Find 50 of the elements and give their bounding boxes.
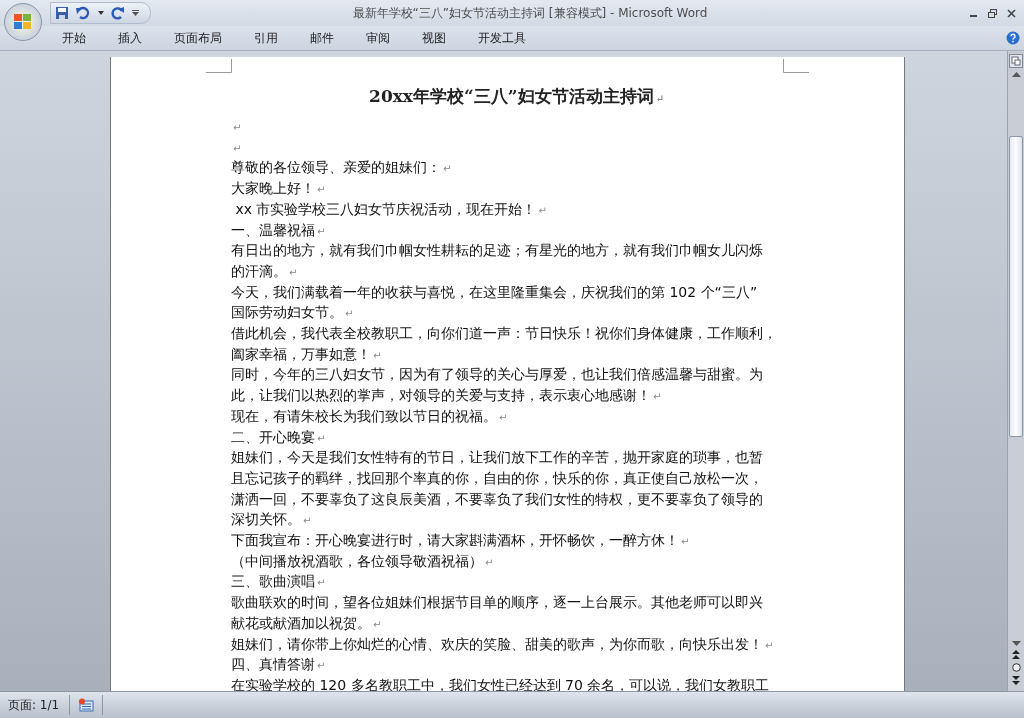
ribbon-tab[interactable]: 插入: [106, 27, 154, 49]
save-icon[interactable]: [55, 6, 69, 20]
scroll-thumb[interactable]: [1009, 136, 1023, 437]
paragraph: 尊敬的各位领导、亲爱的姐妹们：↵: [231, 158, 453, 178]
paragraph: 今天，我们满载着一年的收获与喜悦，在这里隆重集会，庆祝我们的第 102 个“三八” 国际劳动妇女节。↵: [231, 282, 759, 323]
paragraph: 大家晚上好！↵: [231, 179, 327, 199]
paragraph: 现在，有请朱校长为我们致以节日的祝福。↵: [231, 406, 509, 426]
proofing-icon[interactable]: [78, 698, 95, 712]
ribbon-tab[interactable]: 引用: [242, 27, 290, 49]
ribbon-tab[interactable]: 邮件: [298, 27, 346, 49]
office-button[interactable]: [4, 3, 42, 41]
paragraph: 歌曲联欢的时间，望各位姐妹们根据节目单的顺序，逐一上台展示。其他老师可以即兴 献花或献酒加以祝贺。↵: [231, 593, 764, 633]
paragraph: 二、开心晚宴↵: [231, 427, 327, 447]
page-count[interactable]: 页面: 1/1: [0, 696, 70, 714]
paragraph: 一、温馨祝福↵: [231, 220, 327, 240]
ribbon-tab[interactable]: 开发工具: [466, 27, 538, 49]
ruler-toggle-icon[interactable]: [1009, 54, 1023, 68]
paragraph: 三、歌曲演唱↵: [231, 572, 327, 592]
restore-icon[interactable]: [988, 8, 997, 18]
paragraph: 下面我宣布：开心晚宴进行时，请大家斟满酒杯，开怀畅饮，一醉方休！↵: [231, 531, 691, 551]
paragraph: 姐妹们，今天是我们女性特有的节日，让我们放下工作的辛苦，抛开家庭的琐事，也暂 且忘记孩子的羁绊，找回那个率真的你，自由的你，快乐的你，真正使自己放松一次， 潇洒一回，不要辜负了这良辰美酒，不要辜负了我们女性的特权，更不要辜负了领导的 深切关怀。↵: [231, 448, 764, 530]
crop-mark: [783, 59, 809, 73]
ribbon-tab[interactable]: 视图: [410, 27, 458, 49]
crop-mark: [206, 59, 232, 73]
paragraph-mark: ↵: [232, 121, 243, 135]
paragraph-mark: ↵: [232, 141, 243, 156]
paragraph: xx 市实验学校三八妇女节庆祝活动，现在开始！↵: [234, 199, 548, 219]
paragraph: 姐妹们，请你带上你灿烂的心情、欢庆的笑脸、甜美的歌声，为你而歌，向快乐出发！↵: [231, 634, 775, 654]
ribbon-tab[interactable]: 页面布局: [162, 27, 234, 49]
help-icon[interactable]: [1006, 31, 1020, 45]
ribbon-tab[interactable]: 审阅: [354, 27, 402, 49]
next-page-icon[interactable]: [1012, 676, 1020, 685]
window-title: 最新年学校“三八”妇女节活动主持词 [兼容模式] - Microsoft Word: [351, 4, 709, 22]
paragraph: 借此机会，我代表全校教职工，向你们道一声：节日快乐！祝你们身体健康，工作顺利， 阖家幸福，万事如意！↵: [231, 324, 778, 364]
paragraph: 同时，今年的三八妇女节，因为有了领导的关心与厚爱，也让我们倍感温馨与甜蜜。为 此，让我们以热烈的掌声，对领导的关爱与支持，表示衷心地感谢！↵: [231, 365, 764, 406]
previous-page-icon[interactable]: [1012, 650, 1020, 659]
paragraph: 有日出的地方，就有我们巾帼女性耕耘的足迹；有星光的地方，就有我们巾帼女儿闪烁 的汗滴。↵: [231, 241, 764, 281]
paragraph: 四、真情答谢↵: [231, 655, 327, 675]
undo-icon[interactable]: [75, 6, 91, 20]
scroll-up-icon[interactable]: [1011, 72, 1021, 77]
customize-caret-icon[interactable]: [132, 10, 139, 16]
scroll-down-icon[interactable]: [1011, 641, 1021, 646]
close-icon[interactable]: [1007, 8, 1016, 18]
ribbon-tab[interactable]: 开始: [50, 27, 98, 49]
redo-icon[interactable]: [111, 6, 125, 20]
vertical-scrollbar[interactable]: [1007, 51, 1024, 691]
document-title: 20xx年学校“三八”妇女节活动主持词↵: [368, 85, 665, 108]
browse-object-icon[interactable]: [1011, 663, 1021, 672]
paragraph: （中间播放祝酒歌，各位领导敬酒祝福）↵: [231, 551, 495, 571]
dropdown-caret-icon[interactable]: [98, 11, 104, 15]
